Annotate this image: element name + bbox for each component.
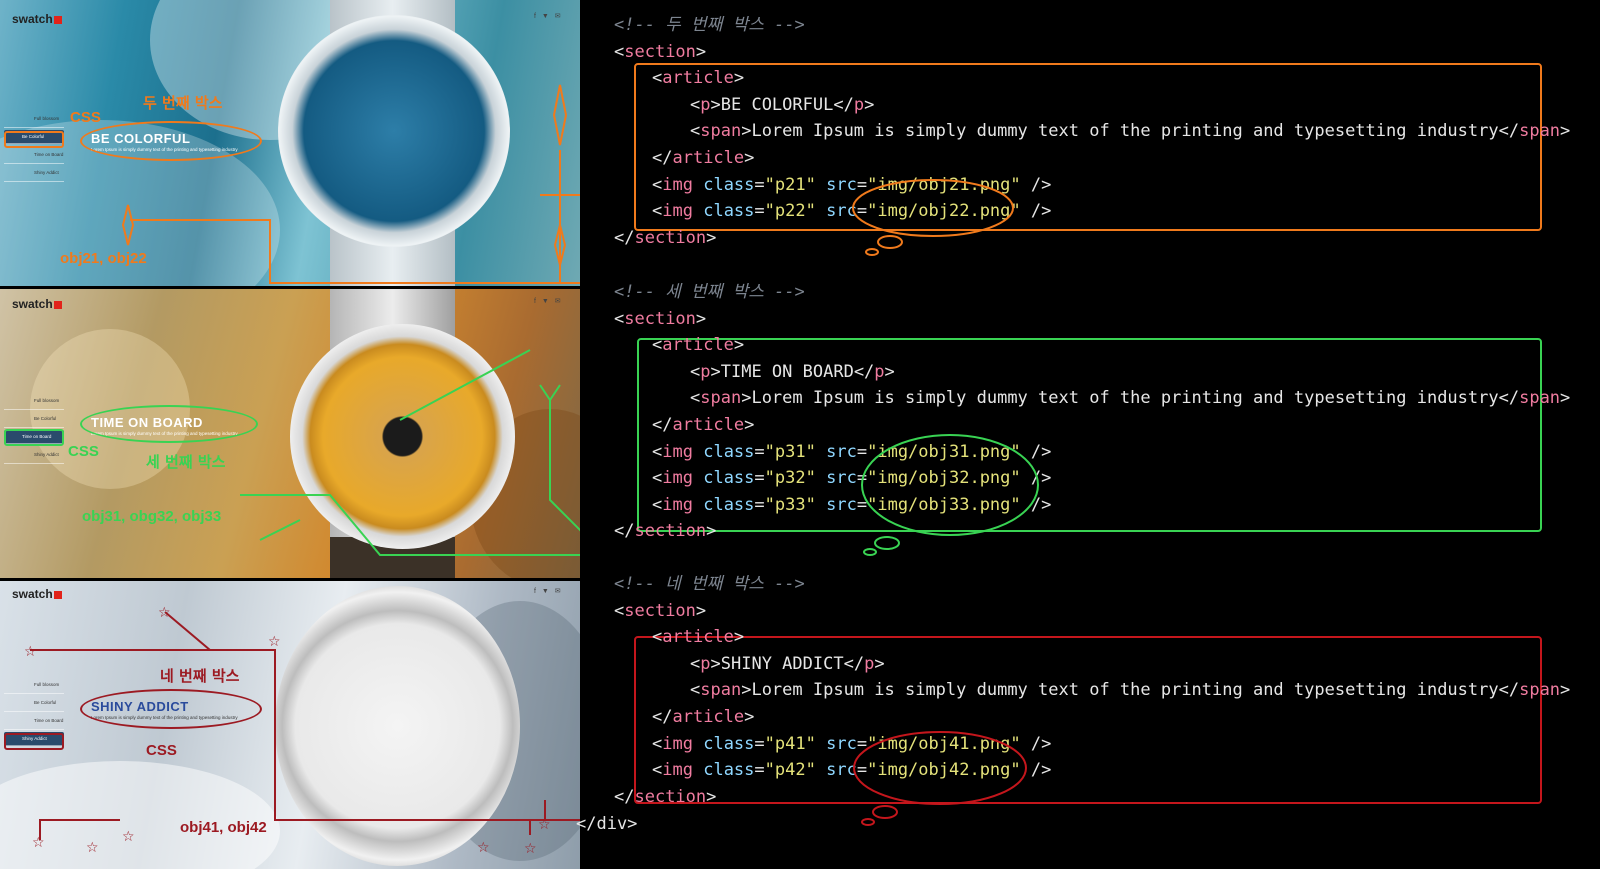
callout-clouds xyxy=(852,179,1039,826)
svg-text:☆: ☆ xyxy=(32,835,45,851)
svg-text:☆: ☆ xyxy=(268,634,281,650)
annotation-lines: ☆☆☆ ☆ ☆☆ ☆ ☆☆ xyxy=(24,84,580,857)
website-mockup: swatch f ▼ ✉ Full blossom Be Colorful Ti… xyxy=(0,0,580,869)
svg-text:☆: ☆ xyxy=(524,841,537,857)
svg-text:☆: ☆ xyxy=(122,829,135,845)
svg-text:☆: ☆ xyxy=(477,840,490,856)
svg-text:☆: ☆ xyxy=(24,644,37,660)
svg-text:☆: ☆ xyxy=(86,840,99,856)
svg-text:☆: ☆ xyxy=(158,605,171,621)
screenshot: swatch f ▼ ✉ Full blossom Be Colorful Ti… xyxy=(0,0,1600,869)
code-editor[interactable]: <!-- 두 번째 박스 --> <section> <article> <p>BE … xyxy=(576,0,1600,869)
svg-text:☆: ☆ xyxy=(538,817,551,833)
